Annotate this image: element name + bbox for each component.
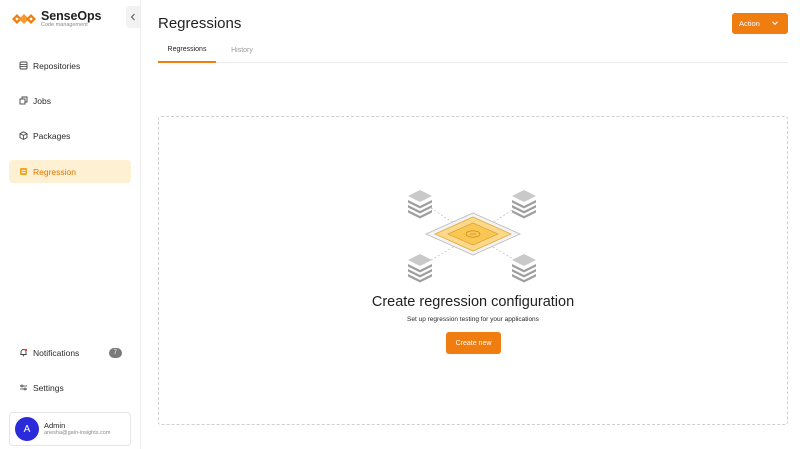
tab-label: Regressions — [167, 46, 207, 53]
sidebar: SenseOps Code management Repositories Jo… — [0, 0, 141, 449]
package-icon — [18, 131, 28, 141]
sidebar-item-label: Settings — [33, 382, 64, 393]
sidebar-item-label: Packages — [33, 130, 71, 141]
sidebar-item-label: Jobs — [33, 95, 51, 106]
sidebar-item-packages[interactable]: Packages — [9, 124, 131, 147]
brand[interactable]: SenseOps Code management — [10, 8, 101, 30]
server-stack-icon — [408, 190, 432, 219]
regression-icon — [18, 167, 28, 177]
user-name: Admin — [44, 420, 66, 430]
tab-history[interactable]: History — [224, 38, 260, 63]
brand-name: SenseOps — [41, 8, 102, 23]
action-button-label: Action — [739, 19, 760, 28]
action-dropdown-button[interactable]: Action — [732, 13, 788, 34]
create-new-label: Create new — [455, 339, 492, 347]
sidebar-item-jobs[interactable]: Jobs — [9, 89, 131, 112]
user-email: anesha@gain-insights.com — [44, 430, 111, 437]
sidebar-item-notifications[interactable]: Notifications 7 — [9, 341, 131, 364]
empty-state-title: Create regression configuration — [371, 294, 575, 310]
user-profile-card[interactable]: A Admin anesha@gain-insights.com — [9, 412, 131, 446]
server-stack-icon — [512, 190, 536, 219]
regression-network-illustration — [408, 190, 536, 283]
page-title: Regressions — [158, 15, 242, 32]
brand-subtitle: Code management — [41, 22, 88, 28]
senseops-logo-icon — [12, 14, 36, 24]
bell-icon — [18, 348, 28, 358]
chevron-left-icon — [130, 13, 135, 21]
tab-bar: Regressions History — [158, 38, 788, 63]
sidebar-item-label: Regression — [33, 166, 76, 177]
sidebar-item-repositories[interactable]: Repositories — [9, 54, 131, 77]
avatar: A — [15, 417, 39, 441]
server-stack-icon — [408, 254, 432, 283]
sidebar-item-regression[interactable]: Regression — [9, 160, 131, 183]
empty-state-subtitle: Set up regression testing for your appli… — [407, 316, 539, 323]
database-icon — [18, 61, 28, 71]
chevron-down-icon — [772, 21, 778, 25]
tab-regressions[interactable]: Regressions — [158, 38, 216, 63]
create-new-button[interactable]: Create new — [446, 332, 501, 354]
sliders-icon — [18, 383, 28, 393]
notification-count-badge: 7 — [108, 347, 122, 358]
jobs-icon — [18, 96, 28, 106]
sidebar-item-settings[interactable]: Settings — [9, 376, 131, 399]
collapse-sidebar-button[interactable] — [126, 6, 140, 28]
server-stack-icon — [512, 254, 536, 283]
sidebar-item-label: Repositories — [33, 60, 81, 71]
sidebar-item-label: Notifications — [33, 347, 80, 358]
app-root: SenseOps Code management Repositories Jo… — [0, 0, 800, 449]
tab-label: History — [231, 47, 253, 54]
